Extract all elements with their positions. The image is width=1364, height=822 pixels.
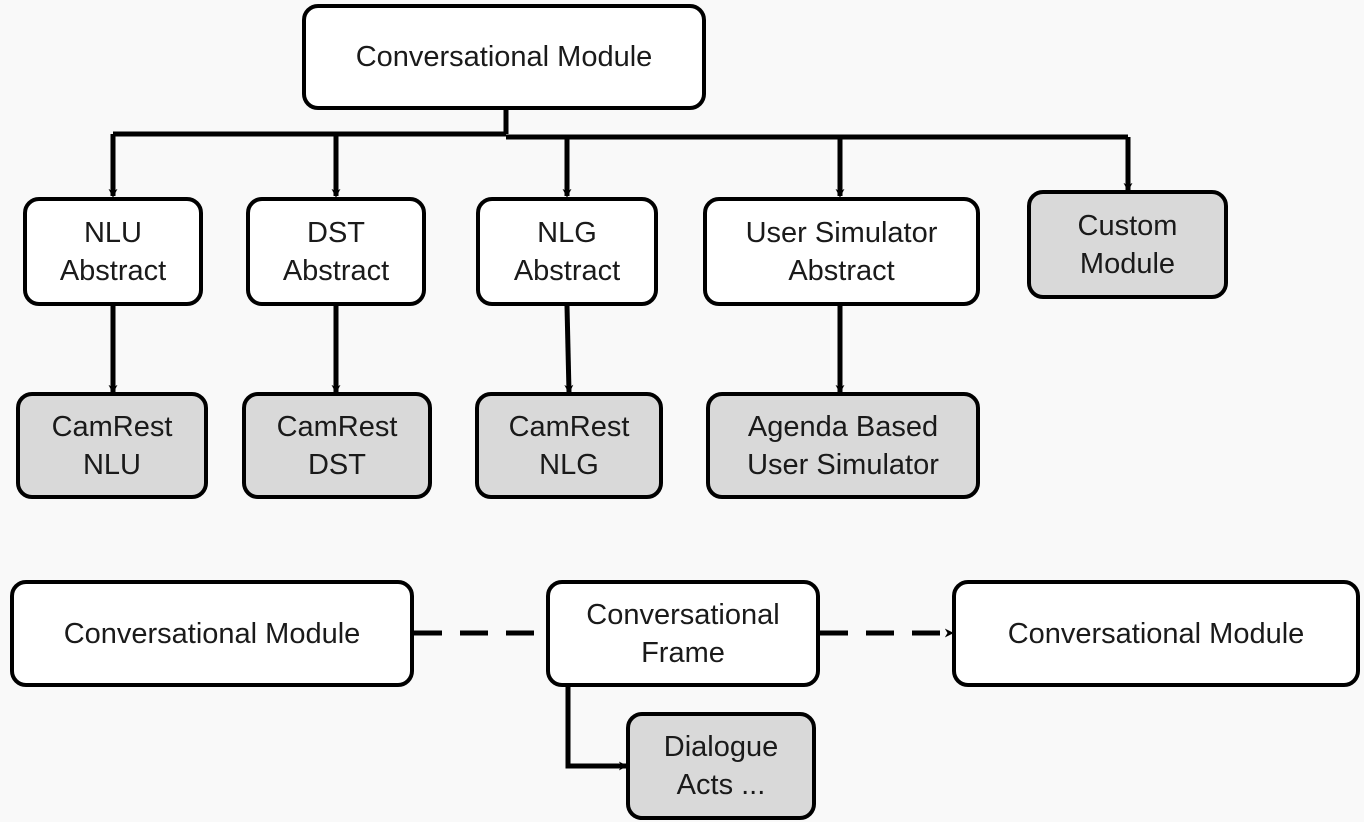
camrest-nlg-box: CamRest NLG — [475, 392, 663, 499]
camrest-nlu-box: CamRest NLU — [16, 392, 208, 499]
target-conversational-module-box: Conversational Module — [952, 580, 1360, 687]
custom-module-label: Custom Module — [1077, 209, 1178, 280]
arrow-frame-to-dialogue-acts — [565, 686, 628, 771]
nlg-abstract-label: NLG Abstract — [513, 216, 621, 287]
conversational-frame-label: Conversational Frame — [586, 598, 780, 669]
user-simulator-abstract-box: User Simulator Abstract — [703, 197, 980, 306]
source-conversational-module-box: Conversational Module — [10, 580, 414, 687]
agenda-based-user-simulator-label: Agenda Based User Simulator — [747, 410, 939, 481]
nlu-abstract-label: NLU Abstract — [59, 216, 167, 287]
conversational-frame-box: Conversational Frame — [546, 580, 820, 687]
dialogue-acts-label: Dialogue Acts ... — [663, 731, 779, 801]
camrest-nlu-label: CamRest NLU — [51, 410, 173, 481]
custom-module-box: Custom Module — [1027, 190, 1228, 299]
arrow-to-camrest-nlg — [564, 305, 574, 394]
agenda-based-user-simulator-box: Agenda Based User Simulator — [706, 392, 980, 499]
root-conversational-module: Conversational Module — [302, 4, 706, 110]
camrest-dst-label: CamRest DST — [276, 410, 398, 481]
user-simulator-abstract-label: User Simulator Abstract — [745, 216, 938, 287]
nlu-abstract-box: NLU Abstract — [23, 197, 203, 306]
nlg-abstract-box: NLG Abstract — [476, 197, 658, 306]
source-module-label: Conversational Module — [63, 617, 361, 650]
target-module-label: Conversational Module — [1007, 617, 1305, 650]
dialogue-acts-box: Dialogue Acts ... — [626, 712, 816, 820]
dst-abstract-box: DST Abstract — [246, 197, 426, 306]
dst-abstract-label: DST Abstract — [282, 216, 390, 287]
root-label: Conversational Module — [355, 41, 653, 73]
camrest-nlg-label: CamRest NLG — [508, 410, 630, 481]
camrest-dst-box: CamRest DST — [242, 392, 432, 499]
